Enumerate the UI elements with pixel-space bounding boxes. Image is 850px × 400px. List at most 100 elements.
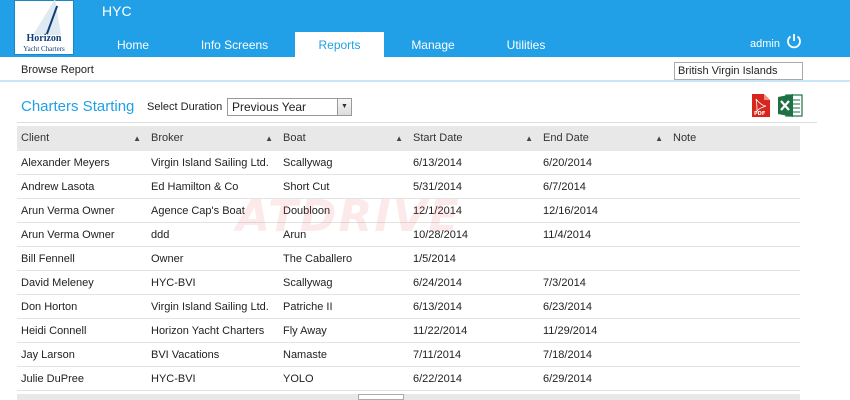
table-cell: Scallywag <box>283 277 333 289</box>
table-cell <box>669 151 800 175</box>
table-cell <box>669 295 800 319</box>
sort-asc-icon[interactable]: ▲ <box>525 126 533 151</box>
table-cell: 6/13/2014 <box>413 157 462 169</box>
table-cell: 12/16/2014 <box>543 205 599 217</box>
table-cell <box>669 247 800 271</box>
svg-text:PDF: PDF <box>754 111 765 117</box>
table-cell: David Meleney <box>21 277 94 289</box>
table-row[interactable]: Andrew Lasota Ed Hamilton & Co Short Cut 5/… <box>17 175 800 199</box>
table-cell: 6/22/2014 <box>413 373 462 385</box>
tab-home[interactable]: Home <box>92 32 174 57</box>
table-cell: 7/11/2014 <box>413 349 462 361</box>
sort-asc-icon[interactable]: ▲ <box>133 126 141 151</box>
table-cell: 10/28/2014 <box>413 229 469 241</box>
table-cell: 6/13/2014 <box>413 301 462 313</box>
table-row[interactable]: David Meleney HYC-BVI Scallywag 6/24/2014 7/… <box>17 271 800 295</box>
chevron-down-icon[interactable]: ▼ <box>337 99 351 115</box>
table-cell: Scallywag <box>283 157 333 169</box>
table-cell: Virgin Island Sailing Ltd. <box>151 301 269 313</box>
table-cell <box>669 271 800 295</box>
table-cell: Short Cut <box>283 181 330 193</box>
table-cell: Arun Verma Owner <box>21 229 115 241</box>
table-cell: Ed Hamilton & Co <box>151 181 239 193</box>
table-cell: Arun Verma Owner <box>21 205 115 217</box>
table-row[interactable]: Heidi Connell Horizon Yacht Charters Fly A… <box>17 319 800 343</box>
table-cell: Alexander Meyers <box>21 157 110 169</box>
table-row[interactable]: Don Horton Virgin Island Sailing Ltd. Patr… <box>17 295 800 319</box>
sort-asc-icon[interactable]: ▲ <box>265 126 273 151</box>
duration-select[interactable]: Previous Year ▼ <box>227 98 352 116</box>
table-cell <box>669 319 800 343</box>
table-cell: Owner <box>151 253 184 265</box>
table-cell: 11/22/2014 <box>413 325 468 337</box>
table-row[interactable]: Arun Verma Owner ddd Arun 10/28/2014 11/4/20… <box>17 223 800 247</box>
table-cell <box>669 343 800 367</box>
sort-asc-icon[interactable]: ▲ <box>655 126 663 151</box>
report-title: Charters Starting <box>21 98 135 115</box>
table-cell: Arun <box>283 229 307 241</box>
column-header-start-date[interactable]: Start Date ▲ <box>409 126 539 151</box>
duration-value: Previous Year <box>232 100 307 114</box>
table-cell: Horizon Yacht Charters <box>151 325 265 337</box>
table-header: Client ▲ Broker ▲ Boat ▲ Start Date ▲ End Da… <box>17 126 800 151</box>
table-cell: Andrew Lasota <box>21 181 95 193</box>
tab-manage[interactable]: Manage <box>384 32 482 57</box>
table-cell: Patriche II <box>283 301 333 313</box>
table-cell: Heidi Connell <box>21 325 87 337</box>
table-cell: 6/20/2014 <box>543 157 592 169</box>
table-row[interactable]: Bill Fennell Owner The Caballero 1/5/2014 <box>17 247 800 271</box>
table-cell: Jay Larson <box>21 349 75 361</box>
breadcrumb: Browse Report <box>21 64 94 76</box>
table-cell: Julie DuPree <box>21 373 84 385</box>
table-cell: 7/3/2014 <box>543 277 586 289</box>
tab-reports[interactable]: Reports <box>295 32 384 57</box>
divider <box>17 122 817 123</box>
table-cell: 1/5/2014 <box>413 253 456 265</box>
column-header-client[interactable]: Client ▲ <box>17 126 147 151</box>
page-number-input[interactable] <box>358 394 404 400</box>
column-header-boat[interactable]: Boat ▲ <box>279 126 409 151</box>
table-cell <box>539 247 669 271</box>
column-header-end-date[interactable]: End Date ▲ <box>539 126 669 151</box>
user-name[interactable]: admin <box>750 38 780 50</box>
logo-brand-sub: Yacht Charters <box>23 45 65 53</box>
tab-info-screens[interactable]: Info Screens <box>174 32 295 57</box>
table-cell: Bill Fennell <box>21 253 75 265</box>
table-cell: Virgin Island Sailing Ltd. <box>151 157 269 169</box>
table-cell: BVI Vacations <box>151 349 220 361</box>
table-cell: The Caballero <box>283 253 353 265</box>
main-nav: Home Info Screens Reports Manage Utiliti… <box>92 32 570 57</box>
table-body: Alexander Meyers Virgin Island Sailing Lt… <box>17 151 800 391</box>
tab-utilities[interactable]: Utilities <box>482 32 570 57</box>
excel-icon[interactable] <box>777 93 803 118</box>
table-cell: 11/4/2014 <box>543 229 592 241</box>
table-cell <box>669 199 800 223</box>
table-cell: Fly Away <box>283 325 327 337</box>
power-icon[interactable] <box>786 33 802 49</box>
table-cell <box>669 367 800 391</box>
pager-bar <box>17 394 800 400</box>
table-cell: Don Horton <box>21 301 78 313</box>
horizon-logo[interactable]: Horizon Yacht Charters <box>14 0 74 55</box>
sort-asc-icon[interactable]: ▲ <box>395 126 403 151</box>
table-row[interactable]: Jay Larson BVI Vacations Namaste 7/11/2014 7… <box>17 343 800 367</box>
table-cell: 6/23/2014 <box>543 301 592 313</box>
table-row[interactable]: Julie DuPree HYC-BVI YOLO 6/22/2014 6/29/201… <box>17 367 800 391</box>
table-cell: Agence Cap's Boat <box>151 205 245 217</box>
table-cell: HYC-BVI <box>151 373 196 385</box>
table-cell: YOLO <box>283 373 314 385</box>
column-header-broker[interactable]: Broker ▲ <box>147 126 279 151</box>
table-cell: 6/24/2014 <box>413 277 462 289</box>
column-header-note[interactable]: Note <box>669 126 800 151</box>
table-cell: ddd <box>151 229 170 241</box>
charters-table: Client ▲ Broker ▲ Boat ▲ Start Date ▲ End Da… <box>17 126 800 391</box>
table-cell: 11/29/2014 <box>543 325 598 337</box>
table-row[interactable]: Alexander Meyers Virgin Island Sailing Lt… <box>17 151 800 175</box>
table-cell: 5/31/2014 <box>413 181 462 193</box>
table-cell <box>669 175 800 199</box>
region-selector[interactable]: British Virgin Islands <box>674 62 803 80</box>
pdf-icon[interactable]: PDF <box>751 93 771 118</box>
table-row[interactable]: Arun Verma Owner Agence Cap's Boat Doubloo… <box>17 199 800 223</box>
table-cell: Doubloon <box>283 205 331 217</box>
table-cell: Namaste <box>283 349 328 361</box>
